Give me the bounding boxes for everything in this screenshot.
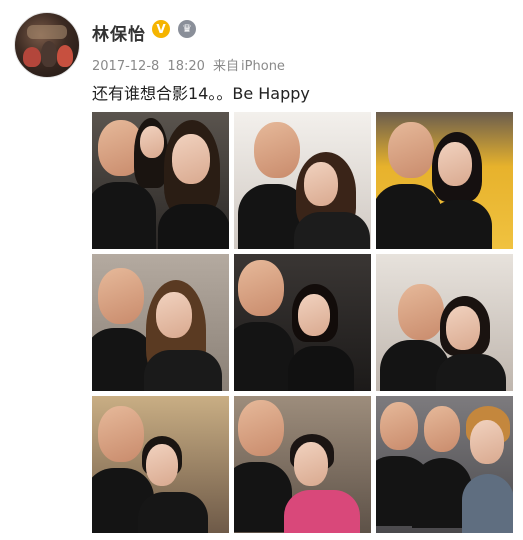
post-meta: 2017-12-8 18:20 来自 iPhone xyxy=(92,55,289,74)
post-time: 18:20 xyxy=(167,59,205,74)
user-avatar[interactable] xyxy=(14,12,80,78)
username[interactable]: 林保怡 xyxy=(92,20,146,45)
post-text: 还有谁想合影14。。Be Happy xyxy=(92,84,310,103)
source-prefix: 来自 xyxy=(213,59,240,74)
verified-v-icon: V xyxy=(152,20,170,38)
post-date: 2017-12-8 xyxy=(92,59,160,74)
photo-grid xyxy=(92,112,514,536)
photo-thumbnail[interactable] xyxy=(376,112,513,249)
photo-thumbnail[interactable] xyxy=(234,112,371,249)
photo-thumbnail[interactable] xyxy=(376,254,513,391)
photo-thumbnail[interactable] xyxy=(92,396,229,533)
photo-thumbnail[interactable] xyxy=(92,112,229,249)
photo-thumbnail[interactable] xyxy=(234,254,371,391)
post-source[interactable]: iPhone xyxy=(241,59,285,74)
weibo-post-card: 林保怡 V ♛ 2017-12-8 18:20 来自 iPhone 还有谁想合影1… xyxy=(0,0,523,540)
photo-thumbnail[interactable] xyxy=(376,396,513,533)
photo-thumbnail[interactable] xyxy=(92,254,229,391)
crown-member-icon[interactable]: ♛ xyxy=(178,20,196,38)
photo-thumbnail[interactable] xyxy=(234,396,371,533)
